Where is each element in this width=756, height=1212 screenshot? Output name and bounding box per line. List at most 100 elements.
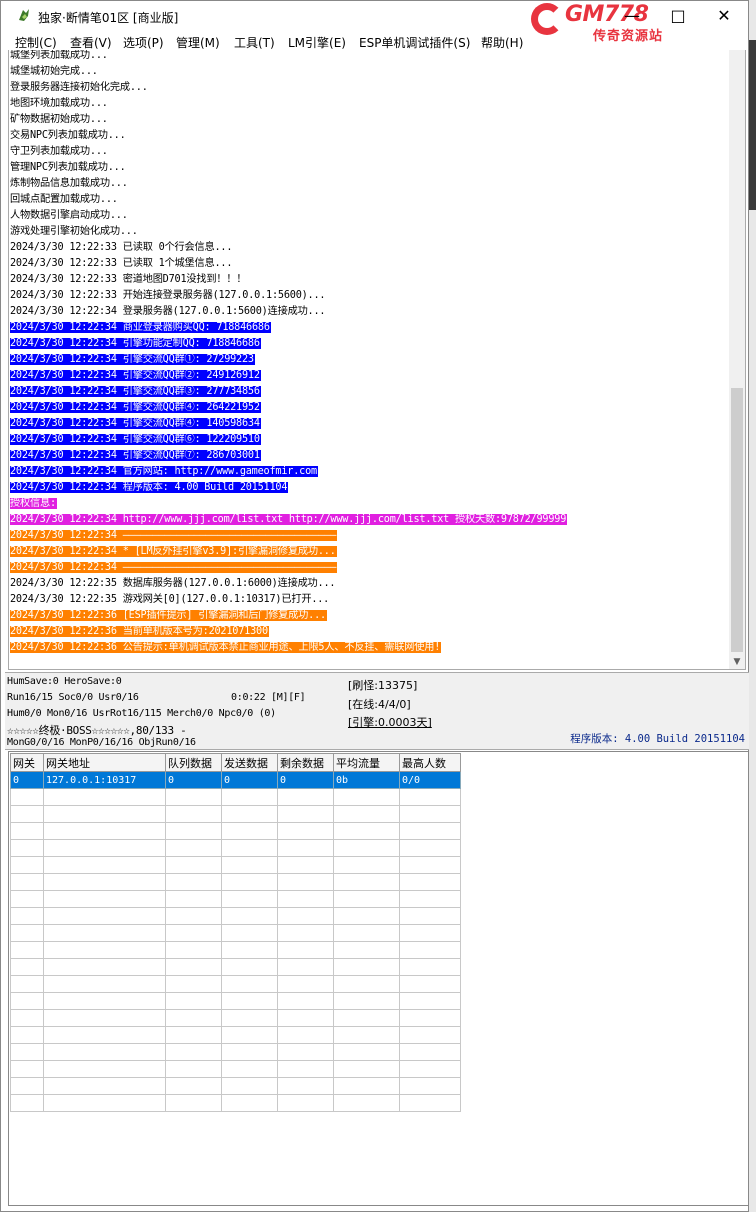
table-row[interactable]: 0 127.0.0.1:10317 0 0 0 0b 0/0 (10, 771, 461, 789)
gateway-table: 网关 网关地址 队列数据 发送数据 剩余数据 平均流量 最高人数 0 127.0.… (10, 753, 461, 1112)
maximize-button[interactable]: □ (655, 1, 701, 31)
table-cell-empty (221, 924, 278, 942)
table-cell-empty (399, 1060, 461, 1078)
table-cell-empty (333, 890, 400, 908)
log-text: 城堡列表加载成功... (10, 50, 108, 61)
scrollbar-thumb[interactable] (731, 388, 743, 652)
cell-sent: 0 (221, 771, 278, 789)
menu-options[interactable]: 选项(P) (123, 34, 164, 51)
scroll-down-icon[interactable]: ▼ (729, 654, 745, 669)
table-row-empty[interactable] (10, 992, 461, 1010)
table-row-empty[interactable] (10, 822, 461, 840)
table-row-empty[interactable] (10, 1043, 461, 1061)
table-cell-empty (10, 1077, 44, 1095)
table-row-empty[interactable] (10, 1077, 461, 1095)
table-row-empty[interactable] (10, 856, 461, 874)
table-cell-empty (221, 1043, 278, 1061)
table-row-empty[interactable] (10, 958, 461, 976)
table-cell-empty (277, 924, 334, 942)
table-cell-empty (277, 941, 334, 959)
log-text: 2024/3/30 12:22:34 引擎交流QQ群④: 140598634 (10, 418, 261, 429)
table-cell-empty (43, 975, 166, 993)
table-cell-empty (399, 873, 461, 891)
table-cell-empty (333, 1026, 400, 1044)
table-cell-empty (10, 822, 44, 840)
status-panel: HumSave:0 HeroSave:0 Run16/15 Soc0/0 Usr… (5, 672, 749, 750)
log-line: 2024/3/30 12:22:34 http://www.jjj.com/li… (10, 512, 730, 528)
table-row-empty[interactable] (10, 1009, 461, 1027)
table-row-empty[interactable] (10, 975, 461, 993)
log-scrollbar[interactable]: ▼ (729, 50, 745, 669)
menu-esp-plugin[interactable]: ESP单机调试插件(S) (359, 34, 470, 51)
table-row-empty[interactable] (10, 890, 461, 908)
log-line: 2024/3/30 12:22:34 登录服务器(127.0.0.1:5600)… (10, 304, 730, 320)
log-text: 2024/3/30 12:22:34 程序版本: 4.00 Build 2015… (10, 482, 289, 493)
table-cell-empty (165, 1077, 222, 1095)
menu-control[interactable]: 控制(C) (15, 34, 57, 51)
table-row-empty[interactable] (10, 1026, 461, 1044)
log-line: 2024/3/30 12:22:33 密道地图D701没找到！！！ (10, 272, 730, 288)
table-cell-empty (43, 1094, 166, 1112)
menu-manage[interactable]: 管理(M) (176, 34, 220, 51)
col-header-gateway[interactable]: 网关 (10, 753, 44, 772)
log-line: 守卫列表加载成功... (10, 144, 730, 160)
table-cell-empty (221, 788, 278, 806)
table-cell-empty (10, 1009, 44, 1027)
table-cell-empty (10, 1094, 44, 1112)
close-button[interactable]: ✕ (701, 1, 747, 31)
table-row-empty[interactable] (10, 873, 461, 891)
table-row-empty[interactable] (10, 907, 461, 925)
table-row-empty[interactable] (10, 1060, 461, 1078)
table-row-empty[interactable] (10, 788, 461, 806)
table-cell-empty (221, 839, 278, 857)
table-row-empty[interactable] (10, 839, 461, 857)
table-cell-empty (10, 856, 44, 874)
table-cell-empty (165, 822, 222, 840)
menu-tools[interactable]: 工具(T) (234, 34, 275, 51)
table-cell-empty (10, 805, 44, 823)
title-bar[interactable]: 独家·断情笔01区 [商业版] GM778 传奇资源站 — □ ✕ (1, 1, 748, 44)
table-row-empty[interactable] (10, 924, 461, 942)
log-text: 地图环境加载成功... (10, 98, 108, 109)
table-cell-empty (221, 1026, 278, 1044)
cell-remaining: 0 (277, 771, 334, 789)
col-header-sent[interactable]: 发送数据 (221, 753, 278, 772)
table-row-empty[interactable] (10, 1094, 461, 1112)
log-line: 回城点配置加载成功... (10, 192, 730, 208)
table-cell-empty (165, 958, 222, 976)
table-cell-empty (10, 1026, 44, 1044)
minimize-button[interactable]: — (609, 1, 655, 31)
table-cell-empty (221, 1009, 278, 1027)
menu-view[interactable]: 查看(V) (70, 34, 112, 51)
table-cell-empty (277, 822, 334, 840)
table-cell-empty (277, 1077, 334, 1095)
menu-help[interactable]: 帮助(H) (481, 34, 523, 51)
log-text: 2024/3/30 12:22:34 引擎交流QQ群⑥: 122209510 (10, 434, 261, 445)
log-text: 登录服务器连接初始化完成... (10, 82, 148, 93)
col-header-queue[interactable]: 队列数据 (165, 753, 222, 772)
menu-lm-engine[interactable]: LM引擎(E) (288, 34, 346, 51)
log-text: 2024/3/30 12:22:34 商业登录器购买QQ: 718846686 (10, 322, 271, 333)
table-cell-empty (277, 992, 334, 1010)
window-title: 独家·断情笔01区 [商业版] (38, 11, 179, 25)
table-cell-empty (277, 1043, 334, 1061)
table-cell-empty (399, 958, 461, 976)
table-row-empty[interactable] (10, 805, 461, 823)
col-header-max-users[interactable]: 最高人数 (399, 753, 461, 772)
table-row-empty[interactable] (10, 941, 461, 959)
log-line: 2024/3/30 12:22:34 引擎交流QQ群④: 140598634 (10, 416, 730, 432)
table-cell-empty (10, 1060, 44, 1078)
status-boss: ☆☆☆☆☆终极·BOSS☆☆☆☆☆☆,80/133 - (7, 724, 187, 737)
log-list: 城堡列表加载成功... 城堡城初始完成... 登录服务器连接初始化完成... 地图环境… (10, 50, 730, 656)
table-cell-empty (10, 890, 44, 908)
log-line: 2024/3/30 12:22:34 * [LM反外挂引擎v3.9]:引擎漏洞修… (10, 544, 730, 560)
log-panel[interactable]: 城堡列表加载成功... 城堡城初始完成... 登录服务器连接初始化完成... 地图环境… (8, 50, 746, 670)
col-header-address[interactable]: 网关地址 (43, 753, 166, 772)
col-header-remaining[interactable]: 剩余数据 (277, 753, 334, 772)
col-header-avg-traffic[interactable]: 平均流量 (333, 753, 400, 772)
log-line: 2024/3/30 12:22:36 [ESP插件提示] 引擎漏洞和后门修复成功… (10, 608, 730, 624)
table-cell-empty (399, 1077, 461, 1095)
table-cell-empty (43, 924, 166, 942)
log-line: 2024/3/30 12:22:35 游戏网关[0](127.0.0.1:103… (10, 592, 730, 608)
log-line: 2024/3/30 12:22:34 程序版本: 4.00 Build 2015… (10, 480, 730, 496)
